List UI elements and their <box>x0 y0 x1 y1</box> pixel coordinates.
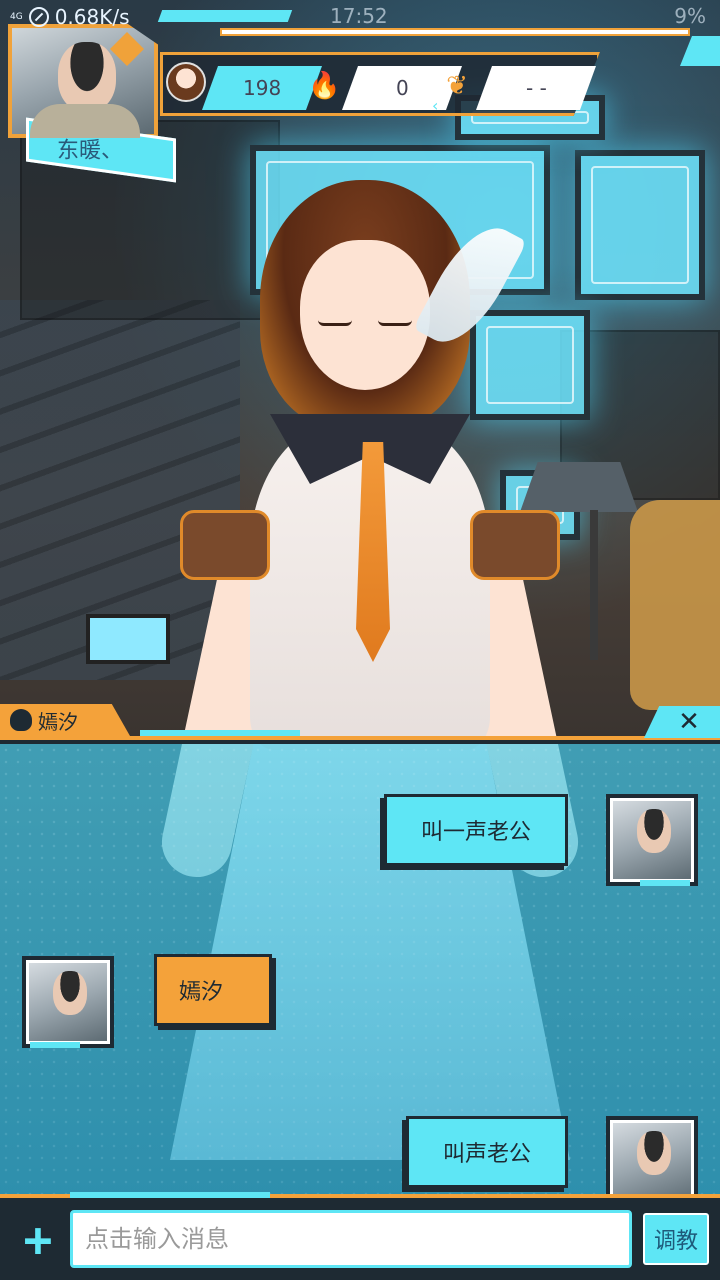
strip-divider <box>0 736 720 740</box>
message-text: 嫣汐 <box>179 980 224 1005</box>
character-name-tab: 嫣汐 <box>0 704 130 736</box>
character-eye <box>378 320 412 326</box>
character-chat-avatar-image <box>29 963 107 1041</box>
avatar-accent <box>640 880 690 886</box>
user-chat-avatar-image <box>613 801 691 879</box>
user-chat-avatar[interactable] <box>606 794 698 886</box>
close-icon: ✕ <box>678 707 700 737</box>
stat-wing: - - <box>475 66 597 110</box>
stat-wing-value: - - <box>525 76 547 100</box>
user-profile-card[interactable]: 东暖、 <box>0 14 180 183</box>
character-face <box>300 240 430 390</box>
chevron-left-icon: ‹ <box>300 96 307 115</box>
plus-button[interactable]: + <box>12 1212 64 1268</box>
status-bar: 4G 0.68K/s 17:52 9% <box>0 0 720 34</box>
message-text: 叫声老公 <box>442 1142 531 1167</box>
chat-bubble-character: 嫣汐 <box>154 954 272 1026</box>
chat-panel[interactable]: 叫一声老公 嫣汐 叫声老公 <box>0 740 720 1200</box>
hud-corner-accent <box>680 36 720 66</box>
message-input[interactable] <box>70 1210 632 1268</box>
battery-level: 9% <box>674 4 706 28</box>
character-name-strip: 嫣汐 ✕ <box>0 700 720 744</box>
avatar-accent <box>30 1042 80 1048</box>
character-sleeve <box>180 510 270 580</box>
hologram-screen <box>575 150 705 300</box>
stat-fire-value: 0 <box>395 76 409 100</box>
user-chat-avatar-image <box>613 1123 691 1200</box>
character-name: 嫣汐 <box>38 709 78 734</box>
character-head-icon <box>10 709 32 731</box>
character-eye <box>318 320 352 326</box>
clock: 17:52 <box>330 4 388 28</box>
input-bar-accent <box>70 1192 270 1198</box>
chair-decor <box>630 500 720 710</box>
train-button[interactable]: 调教 <box>640 1210 712 1268</box>
message-input-bar: + 调教 <box>0 1192 720 1280</box>
fire-icon: 🔥 <box>308 71 341 101</box>
close-chat-button[interactable]: ✕ <box>644 706 720 738</box>
stat-intimacy-value: 198 <box>242 76 282 100</box>
plus-icon: + <box>23 1212 53 1268</box>
wing-icon: ❦ <box>446 71 468 101</box>
train-button-label: 调教 <box>653 1229 698 1254</box>
chat-bubble-user: 叫一声老公 <box>384 794 568 866</box>
data-saver-icon <box>28 7 49 27</box>
character-sleeve <box>470 510 560 580</box>
chat-bubble-user: 叫声老公 <box>406 1116 568 1188</box>
message-text: 叫一声老公 <box>420 820 531 845</box>
network-speed: 0.68K/s <box>54 5 130 29</box>
character-chat-avatar[interactable] <box>22 956 114 1048</box>
chevron-left-icon: ‹ <box>432 96 439 115</box>
user-chat-avatar[interactable] <box>606 1116 698 1200</box>
user-avatar-shirt <box>30 104 140 138</box>
lamp-pole-decor <box>590 510 598 660</box>
network-tag: 4G <box>10 11 23 22</box>
